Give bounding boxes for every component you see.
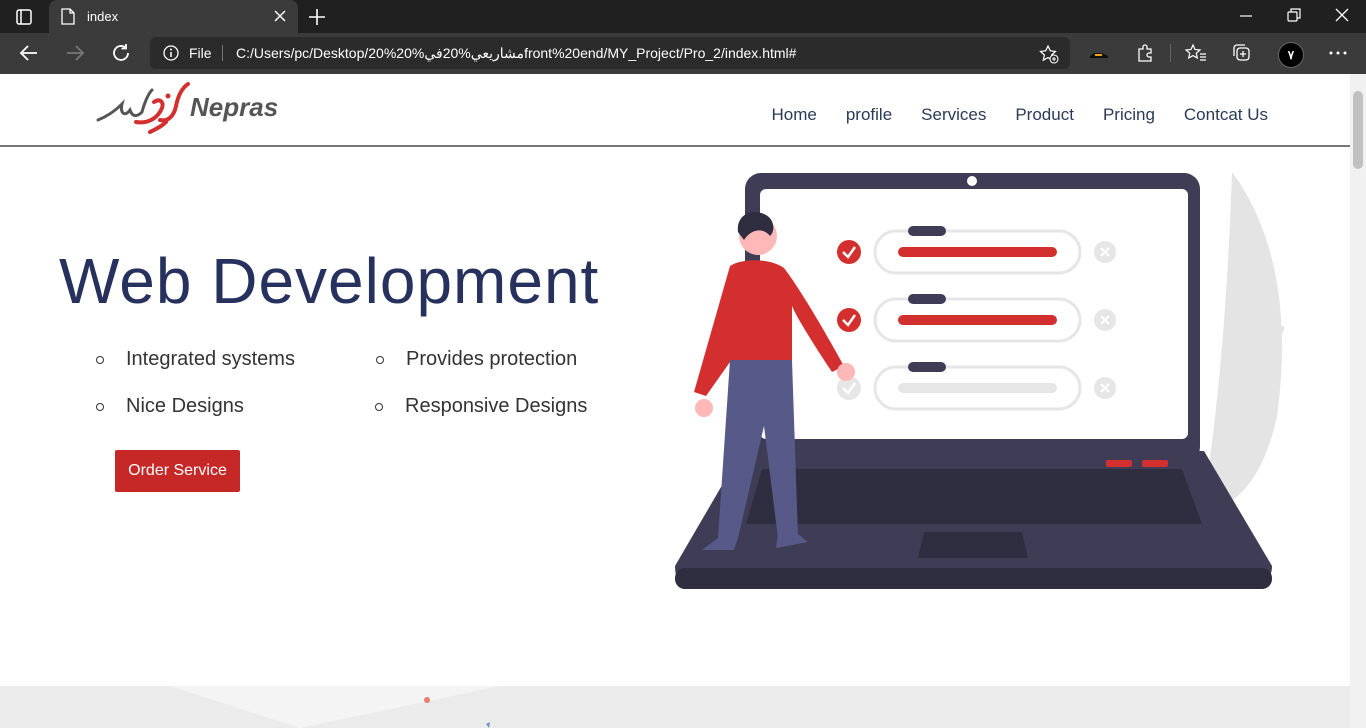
file-label: File — [189, 45, 212, 61]
feature-item: Responsive Designs — [405, 395, 588, 417]
address-bar[interactable]: File C:/Users/pc/Desktop/20%مشاريعي%20في… — [150, 37, 1070, 69]
list-bullet — [96, 403, 104, 411]
profile-avatar[interactable]: ٧ — [1278, 42, 1304, 68]
restore-icon[interactable] — [1286, 7, 1302, 23]
extension-icon[interactable] — [1088, 43, 1110, 63]
nav-link-contact[interactable]: Contcat Us — [1184, 105, 1268, 125]
more-menu-icon[interactable] — [1328, 43, 1348, 63]
refresh-icon[interactable] — [110, 42, 132, 64]
add-favorite-icon[interactable] — [1039, 44, 1059, 64]
new-tab-icon[interactable] — [307, 7, 327, 27]
next-section — [0, 686, 1350, 728]
hero-title: Web Development — [59, 245, 600, 317]
forward-icon[interactable] — [64, 42, 86, 64]
scrollbar-thumb[interactable] — [1353, 91, 1363, 169]
feature-item: Integrated systems — [126, 348, 295, 370]
browser-tabbar: index — [0, 0, 1366, 33]
nav-link-pricing[interactable]: Pricing — [1103, 105, 1155, 125]
nav-link-profile[interactable]: profile — [846, 105, 892, 125]
nav-link-home[interactable]: Home — [771, 105, 816, 125]
tab-title: index — [87, 9, 119, 24]
url-text[interactable]: C:/Users/pc/Desktop/20%مشاريعي%20في%20fr… — [236, 45, 796, 62]
laptop-illustration — [675, 172, 1285, 589]
logo-text: Nepras — [190, 92, 278, 122]
back-icon[interactable] — [18, 42, 40, 64]
favorites-icon[interactable] — [1185, 43, 1207, 63]
nav-link-product[interactable]: Product — [1015, 105, 1074, 125]
checklist — [837, 226, 1116, 411]
info-icon[interactable] — [163, 45, 179, 61]
toolbar-divider — [1170, 44, 1171, 62]
close-tab-icon[interactable] — [273, 9, 287, 23]
list-bullet — [376, 356, 384, 364]
page-scrollbar[interactable] — [1350, 74, 1366, 728]
tab-actions-icon[interactable] — [14, 7, 34, 27]
main-nav: Home profile Services Product Pricing Co… — [771, 105, 1268, 125]
close-window-icon[interactable] — [1334, 7, 1350, 23]
order-service-button[interactable]: Order Service — [115, 450, 240, 492]
section-decoration — [170, 686, 500, 728]
web-page: Nepras Home profile Services Product Pri… — [0, 74, 1350, 728]
nav-link-services[interactable]: Services — [921, 105, 986, 125]
address-divider — [222, 45, 223, 61]
extensions-puzzle-icon[interactable] — [1135, 43, 1155, 63]
list-bullet — [375, 403, 383, 411]
browser-toolbar: File C:/Users/pc/Desktop/20%مشاريعي%20في… — [0, 33, 1366, 74]
collections-icon[interactable] — [1232, 43, 1252, 63]
minimize-icon[interactable] — [1239, 10, 1253, 24]
list-bullet — [96, 356, 104, 364]
feature-item: Provides protection — [406, 348, 578, 370]
feature-item: Nice Designs — [126, 395, 244, 417]
site-logo[interactable]: Nepras — [96, 80, 278, 134]
browser-tab[interactable]: index — [49, 0, 298, 33]
site-header: Nepras Home profile Services Product Pri… — [0, 74, 1350, 147]
page-icon — [61, 8, 75, 25]
